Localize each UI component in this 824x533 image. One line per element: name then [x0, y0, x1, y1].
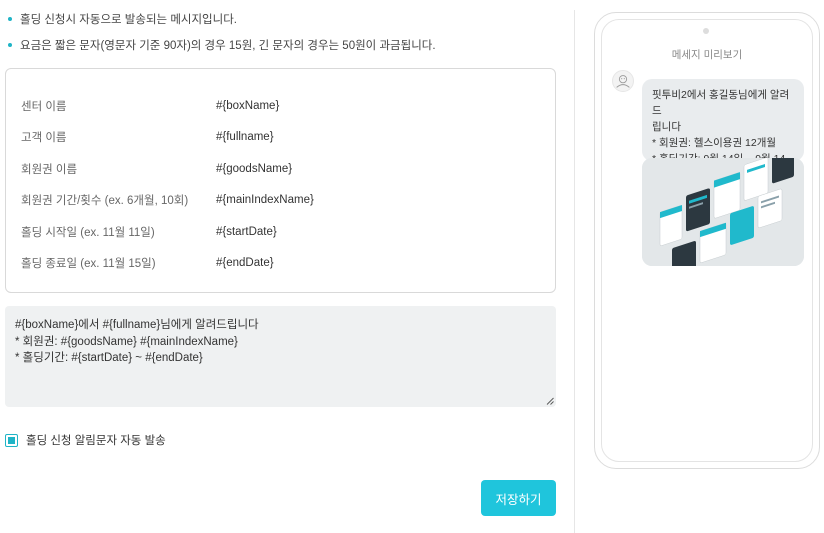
notice-text: 홀딩 신청시 자동으로 발송되는 메시지입니다. — [20, 14, 237, 26]
variable-label: 센터 이름 — [21, 101, 67, 113]
preview-image-bubble — [642, 158, 804, 266]
phone-frame: 메세지 미리보기 핏투비2에서 홍길동님에게 알려드 립니다 * 회원권: 헬스… — [594, 12, 820, 469]
bubble-line: * 회원권: 헬스이용권 12개월 — [652, 137, 777, 149]
template-line: * 회원권: #{goodsName} #{mainIndexName} — [15, 335, 238, 348]
preview-message-bubble: 핏투비2에서 홍길동님에게 알려드 립니다 * 회원권: 헬스이용권 12개월 … — [642, 79, 804, 181]
save-button[interactable]: 저장하기 — [481, 480, 556, 516]
auto-send-checkbox[interactable]: 홀딩 신청 알림문자 자동 발송 — [5, 432, 166, 448]
variable-label: 홀딩 시작일 (ex. 11월 11일) — [21, 227, 155, 239]
bubble-line: 핏투비2에서 홍길동님에게 알려드 — [652, 89, 790, 117]
variable-row: 회원권 이름 #{goodsName} — [21, 161, 541, 177]
message-template-textarea[interactable]: #{boxName}에서 #{fullname}님에게 알려드립니다 * 회원권… — [5, 306, 556, 407]
bullet-icon — [8, 43, 12, 47]
notice-item: 홀딩 신청시 자동으로 발송되는 메시지입니다. — [8, 12, 436, 26]
notice-list: 홀딩 신청시 자동으로 발송되는 메시지입니다. 요금은 짧은 문자(영문자 기… — [8, 12, 436, 64]
variable-token[interactable]: #{mainIndexName} — [216, 194, 314, 206]
template-line: * 홀딩기간: #{startDate} ~ #{endDate} — [15, 352, 203, 364]
variables-box: 센터 이름 #{boxName} 고객 이름 #{fullname} 회원권 이… — [5, 68, 556, 293]
variable-token[interactable]: #{boxName} — [216, 100, 279, 112]
variable-label: 고객 이름 — [21, 132, 67, 144]
checkbox-checked-icon[interactable] — [5, 433, 18, 447]
template-line: #{boxName}에서 #{fullname}님에게 알려드립니다 — [15, 319, 259, 331]
variable-token[interactable]: #{endDate} — [216, 257, 274, 269]
notice-item: 요금은 짧은 문자(영문자 기준 90자)의 경우 15원, 긴 문자의 경우는… — [8, 38, 436, 52]
variable-token[interactable]: #{startDate} — [216, 226, 277, 238]
message-preview-panel: 메세지 미리보기 핏투비2에서 홍길동님에게 알려드 립니다 * 회원권: 헬스… — [575, 0, 824, 533]
resize-grip-icon[interactable] — [546, 397, 554, 405]
camera-dot-icon — [703, 28, 709, 34]
variable-row: 센터 이름 #{boxName} — [21, 98, 541, 114]
variable-row: 홀딩 시작일 (ex. 11월 11일) #{startDate} — [21, 224, 541, 240]
variable-row: 홀딩 종료일 (ex. 11월 15일) #{endDate} — [21, 255, 541, 271]
variable-row: 회원권 기간/횟수 (ex. 6개월, 10회) #{mainIndexName… — [21, 192, 541, 208]
preview-title: 메세지 미리보기 — [671, 49, 743, 61]
bubble-line: 립니다 — [652, 121, 681, 133]
avatar-icon — [612, 70, 634, 92]
holding-message-settings: 홀딩 신청시 자동으로 발송되는 메시지입니다. 요금은 짧은 문자(영문자 기… — [0, 0, 574, 533]
variable-label: 홀딩 종료일 (ex. 11월 15일) — [21, 258, 156, 270]
app-screens-illustration — [642, 158, 804, 266]
variable-token[interactable]: #{goodsName} — [216, 163, 292, 175]
auto-send-label: 홀딩 신청 알림문자 자동 발송 — [26, 435, 166, 447]
notice-text: 요금은 짧은 문자(영문자 기준 90자)의 경우 15원, 긴 문자의 경우는… — [20, 40, 436, 52]
variable-token[interactable]: #{fullname} — [216, 131, 274, 143]
variable-row: 고객 이름 #{fullname} — [21, 129, 541, 145]
variable-label: 회원권 기간/횟수 (ex. 6개월, 10회) — [21, 195, 189, 207]
variable-label: 회원권 이름 — [21, 164, 78, 176]
bullet-icon — [8, 17, 12, 21]
